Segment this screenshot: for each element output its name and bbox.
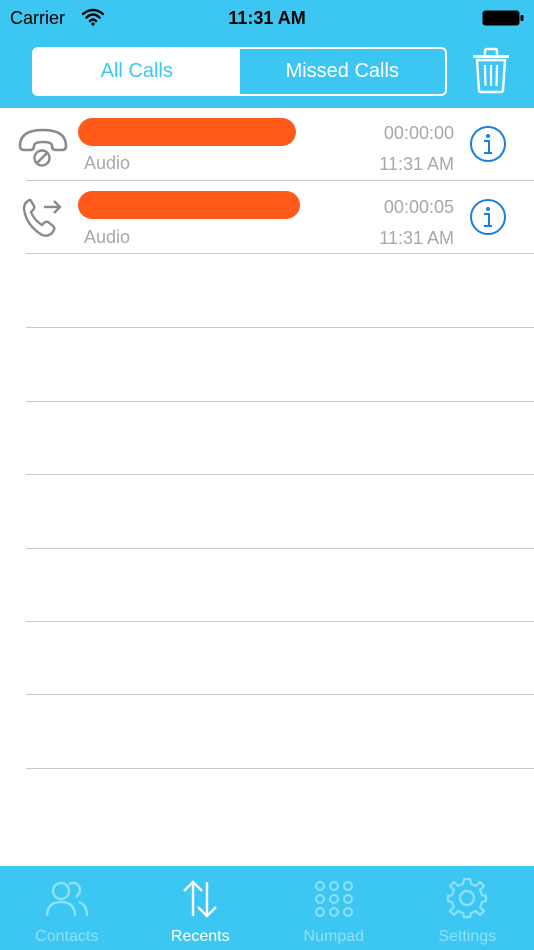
header-bar: Carrier 11:31 AM All Calls Missed Calls bbox=[0, 0, 534, 108]
empty-row-divider bbox=[26, 694, 534, 695]
empty-row-divider bbox=[26, 621, 534, 622]
settings-icon bbox=[447, 878, 488, 919]
empty-row-divider bbox=[26, 474, 534, 475]
tab-label: Contacts bbox=[35, 928, 99, 945]
recent-calls-list: Audio 00:00:00 11:31 AM Audio 00:00:05 1… bbox=[0, 108, 534, 866]
status-bar: Carrier 11:31 AM bbox=[0, 0, 534, 38]
tab-recents[interactable]: Recents bbox=[134, 866, 268, 950]
missed-call-icon bbox=[18, 128, 68, 167]
tab-contacts[interactable]: Contacts bbox=[0, 866, 134, 950]
call-duration: 00:00:00 bbox=[383, 123, 454, 143]
tab-bar: Contacts Recents Numpad Settings bbox=[0, 866, 534, 950]
call-filter-segmented-control[interactable]: All Calls Missed Calls bbox=[32, 47, 447, 96]
tab-label: Settings bbox=[438, 928, 497, 945]
call-type-label: Audio bbox=[84, 227, 131, 247]
row-divider bbox=[26, 253, 534, 254]
call-time: 11:31 AM bbox=[379, 154, 454, 174]
all-calls-segment[interactable]: All Calls bbox=[34, 49, 240, 94]
call-row[interactable]: Audio 00:00:00 11:31 AM bbox=[0, 108, 534, 181]
tab-label: Numpad bbox=[303, 928, 364, 945]
call-time: 11:31 AM bbox=[379, 228, 454, 248]
empty-row-divider bbox=[26, 548, 534, 549]
missed-calls-segment[interactable]: Missed Calls bbox=[239, 49, 445, 94]
call-duration: 00:00:05 bbox=[383, 197, 454, 217]
status-time: 11:31 AM bbox=[228, 8, 306, 28]
call-row[interactable]: Audio 00:00:05 11:31 AM bbox=[0, 181, 534, 254]
tab-settings[interactable]: Settings bbox=[401, 866, 534, 950]
info-icon[interactable] bbox=[469, 198, 507, 236]
numpad-icon bbox=[314, 881, 353, 917]
contacts-icon bbox=[45, 881, 88, 917]
outgoing-call-icon bbox=[22, 198, 62, 237]
info-icon[interactable] bbox=[469, 125, 507, 163]
empty-row-divider bbox=[26, 768, 534, 769]
trash-icon[interactable] bbox=[470, 46, 512, 94]
battery-icon bbox=[482, 10, 524, 26]
empty-row-divider bbox=[26, 327, 534, 328]
tab-numpad[interactable]: Numpad bbox=[267, 866, 401, 950]
call-type-label: Audio bbox=[84, 153, 131, 173]
empty-row-divider bbox=[26, 401, 534, 402]
recents-icon bbox=[183, 880, 218, 918]
redacted-contact-name bbox=[78, 118, 296, 146]
tab-label: Recents bbox=[170, 928, 230, 945]
redacted-contact-name bbox=[78, 191, 300, 219]
